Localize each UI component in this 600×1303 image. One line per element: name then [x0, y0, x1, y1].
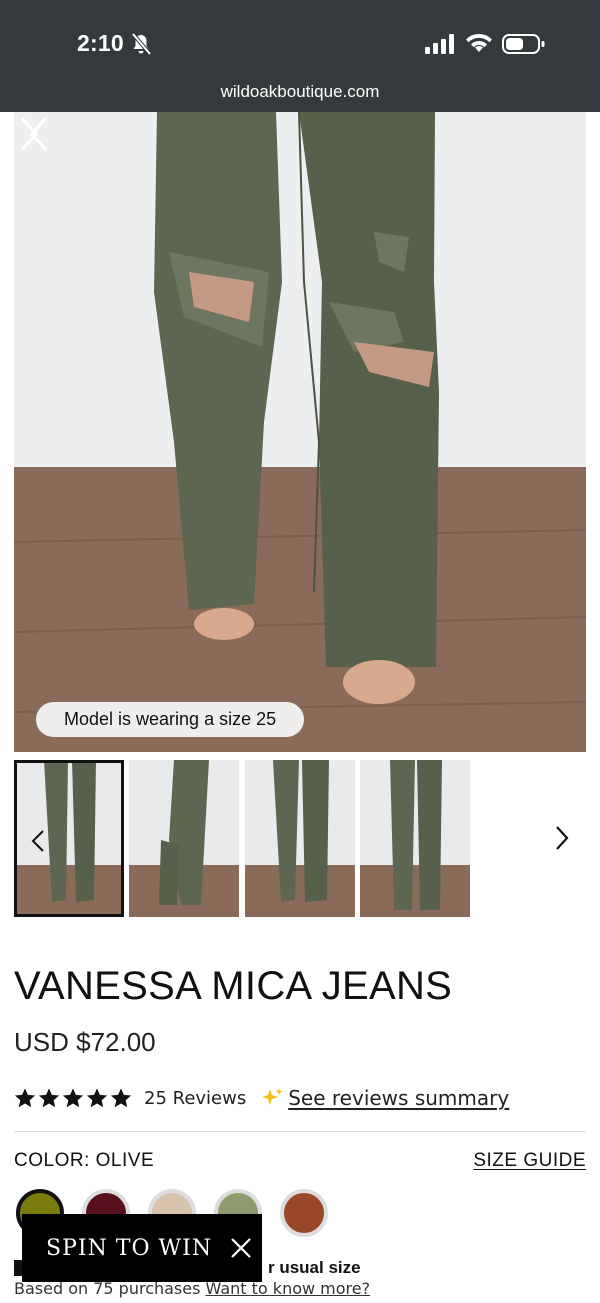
- see-reviews-summary-link[interactable]: See reviews summary: [288, 1086, 509, 1110]
- star-icon: [62, 1088, 84, 1108]
- rating-row: 25 Reviews See reviews summary: [14, 1084, 509, 1112]
- swatch-rust[interactable]: [280, 1189, 328, 1237]
- sparkle-icon: [262, 1088, 283, 1105]
- thumbnail-back-image: [360, 760, 470, 917]
- model-size-note: Model is wearing a size 25: [36, 702, 305, 737]
- close-icon[interactable]: [230, 1237, 252, 1259]
- fit-recommendation: r usual size: [268, 1258, 361, 1277]
- thumbnail-side[interactable]: [129, 760, 239, 917]
- browser-url[interactable]: wildoakboutique.com: [0, 82, 600, 102]
- product-title: VANESSA MICA JEANS: [14, 964, 453, 1008]
- star-icon: [14, 1088, 36, 1108]
- hero-next-arrow-icon[interactable]: [14, 112, 44, 156]
- product-hero-image[interactable]: Model is wearing a size 25: [14, 112, 586, 752]
- color-label-text: COLOR:: [14, 1150, 90, 1171]
- battery-icon: [502, 34, 545, 54]
- thumbnail-side-image: [129, 760, 239, 917]
- wifi-icon: [466, 33, 492, 52]
- bell-muted-icon: [131, 33, 151, 55]
- star-icon: [86, 1088, 108, 1108]
- status-bar: 2:10 wildoakboutique.com: [0, 0, 600, 112]
- thumbnail-front-angle[interactable]: [245, 760, 355, 917]
- star-icon: [110, 1088, 132, 1108]
- thumbnail-strip: [14, 760, 586, 918]
- thumbnail-prev-arrow-icon[interactable]: [29, 828, 47, 854]
- jeans-photo: [14, 112, 586, 752]
- thumbnail-back[interactable]: [360, 760, 470, 917]
- thumbnail-next-arrow-icon[interactable]: [552, 824, 572, 852]
- spin-to-win-banner[interactable]: SPIN TO WIN: [22, 1214, 262, 1282]
- star-rating[interactable]: [14, 1087, 132, 1109]
- thumbnail-front-angle-image: [245, 760, 355, 917]
- size-guide-link[interactable]: SIZE GUIDE: [473, 1150, 586, 1172]
- cell-signal-icon: [425, 34, 454, 54]
- section-divider: [14, 1131, 586, 1132]
- selected-color-value: OLIVE: [95, 1150, 155, 1171]
- color-selector-header: COLOR: OLIVE SIZE GUIDE: [14, 1150, 586, 1174]
- color-label: COLOR: OLIVE: [14, 1150, 154, 1172]
- status-time: 2:10: [77, 30, 124, 56]
- review-count[interactable]: 25 Reviews: [144, 1088, 246, 1109]
- spin-to-win-label[interactable]: SPIN TO WIN: [46, 1236, 212, 1261]
- product-price: USD $72.00: [14, 1027, 156, 1057]
- star-icon: [38, 1088, 60, 1108]
